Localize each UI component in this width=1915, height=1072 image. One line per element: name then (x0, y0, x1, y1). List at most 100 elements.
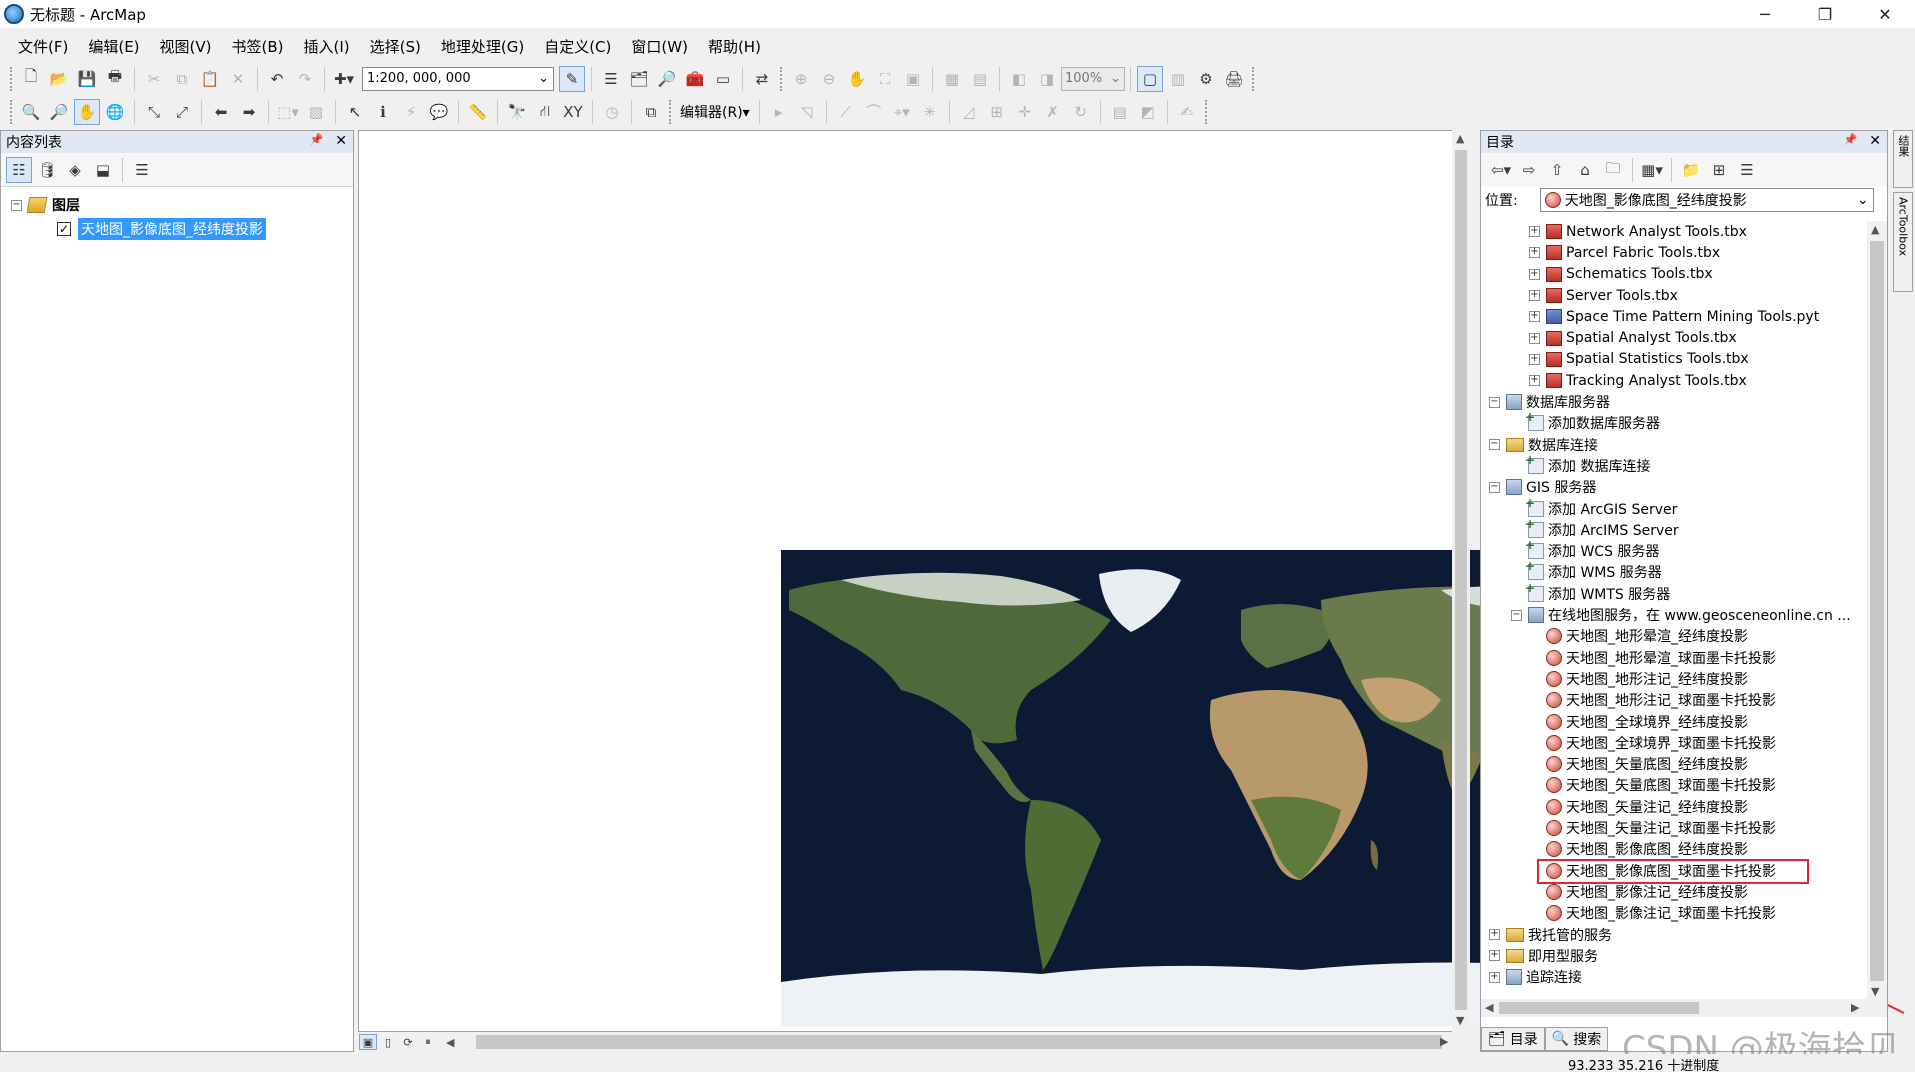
layer-row[interactable]: ✓ 天地图_影像底图_经纬度投影 (1, 217, 353, 241)
layer-name[interactable]: 天地图_影像底图_经纬度投影 (78, 218, 266, 240)
catalog-tree-item[interactable]: 添加 WMS 服务器 (1481, 559, 1662, 583)
toc-close-button[interactable]: ✕ (335, 133, 347, 149)
scroll-right-icon[interactable]: ▶ (1440, 1035, 1448, 1048)
list-by-source-icon[interactable]: 🛢 (34, 157, 60, 183)
html-popup-icon[interactable]: 💬 (426, 99, 452, 125)
expand-icon[interactable]: + (1529, 247, 1540, 259)
up-one-level-icon[interactable]: ⇧ (1544, 157, 1570, 183)
expand-icon[interactable]: + (1529, 353, 1540, 365)
menu-help[interactable]: 帮助(H) (698, 36, 771, 57)
catalog-tree-item[interactable]: − GIS 服务器 (1481, 477, 1596, 498)
time-slider-icon[interactable]: ◷ (599, 99, 625, 125)
rotate-tool-icon[interactable]: ↻ (1068, 99, 1094, 125)
toolbar-grip[interactable] (10, 66, 13, 91)
full-extent-icon[interactable]: 🌐 (102, 99, 128, 125)
print-icon[interactable]: 🖶 (102, 66, 128, 92)
scroll-left-icon[interactable]: ◀ (446, 1036, 454, 1049)
editor-toolbar-icon[interactable]: ✎ (559, 65, 585, 92)
menu-insert[interactable]: 插入(I) (294, 36, 360, 57)
expand-icon[interactable]: + (1489, 950, 1500, 962)
menu-geoprocessing[interactable]: 地理处理(G) (431, 36, 534, 57)
toc-options-icon[interactable]: ☰ (129, 157, 155, 183)
layout-pan-icon[interactable]: ✋ (844, 66, 870, 92)
catalog-tree-item[interactable]: 添加数据库服务器 (1481, 410, 1660, 434)
create-viewer-window-icon[interactable]: ⧉ (638, 99, 664, 125)
data-view-icon[interactable]: ▣ (359, 1034, 377, 1050)
menu-windows[interactable]: 窗口(W) (621, 36, 698, 57)
save-icon[interactable]: 💾 (74, 66, 100, 92)
select-by-rectangle-icon[interactable]: ⬚▾ (275, 99, 301, 125)
sketch-properties-icon[interactable]: ◩ (1135, 99, 1161, 125)
pin-icon[interactable]: 📌 (1844, 133, 1858, 149)
search-window-icon[interactable]: 🔎 (654, 66, 680, 92)
python-window-icon[interactable]: ▭ (710, 66, 736, 92)
catalog-tree-item[interactable]: − 数据库连接 (1481, 434, 1598, 455)
go-to-xy-icon[interactable]: XY (560, 99, 586, 125)
toolbar-grip[interactable] (10, 99, 13, 124)
catalog-window-icon[interactable]: 🗂 (626, 66, 652, 92)
table-of-contents-icon[interactable]: ☰ (598, 66, 624, 92)
layout-zoom-in-icon[interactable]: ⊕ (788, 66, 814, 92)
catalog-tree-item[interactable]: + 即用型服务 (1481, 945, 1598, 966)
catalog-tree-item[interactable]: + Tracking Analyst Tools.tbx (1481, 370, 1747, 391)
catalog-vertical-scrollbar[interactable]: ▲ ▼ (1867, 221, 1887, 1003)
open-folder-icon[interactable]: 📂 (46, 66, 72, 92)
split-tool-icon[interactable]: ✗ (1040, 99, 1066, 125)
catalog-tree-item[interactable]: 添加 WCS 服务器 (1481, 538, 1659, 562)
cut-polygons-icon[interactable]: ✛ (1012, 99, 1038, 125)
previous-extent-icon[interactable]: ◧ (1006, 66, 1032, 92)
map-horizontal-scrollbar[interactable] (476, 1035, 1442, 1049)
redo-icon[interactable]: ↷ (292, 66, 318, 92)
reshape-feature-icon[interactable]: ⊞ (984, 99, 1010, 125)
layout-zoom-select[interactable]: 100% ⌄ (1061, 66, 1125, 91)
catalog-tree-item[interactable]: + Network Analyst Tools.tbx (1481, 221, 1747, 242)
menu-customize[interactable]: 自定义(C) (534, 36, 621, 57)
catalog-tree-item[interactable]: 天地图_影像注记_经纬度投影 (1481, 881, 1748, 902)
back-arrow-icon[interactable]: ⇦▾ (1488, 157, 1514, 183)
catalog-tree-item[interactable]: − 在线地图服务，在 www.geosceneonline.cn ... (1481, 604, 1851, 625)
layout-fixed-zoom-icon[interactable]: ▣ (900, 66, 926, 92)
edit-vertices-icon[interactable]: ◿ (956, 99, 982, 125)
zoom-out-icon[interactable]: 🔎 (46, 99, 72, 125)
expand-icon[interactable]: + (1529, 332, 1540, 344)
straight-segment-icon[interactable]: ⟋ (833, 99, 859, 125)
catalog-tree-item[interactable]: + Schematics Tools.tbx (1481, 264, 1713, 285)
catalog-tree-item[interactable]: 天地图_矢量底图_球面墨卡托投影 (1481, 775, 1776, 796)
trace-icon[interactable]: ⌖▾ (889, 99, 915, 125)
scroll-down-icon[interactable]: ▼ (1456, 1014, 1464, 1027)
expand-icon[interactable]: + (1529, 311, 1540, 323)
list-by-drawing-order-icon[interactable]: ☷ (6, 156, 32, 183)
catalog-tree-item[interactable]: − 数据库服务器 (1481, 391, 1610, 412)
change-layout-icon[interactable]: ⚙ (1193, 66, 1219, 92)
toolbar-grip[interactable] (1252, 66, 1255, 91)
new-document-icon[interactable]: 🗋 (18, 66, 44, 92)
home-folder-icon[interactable]: ⌂ (1572, 157, 1598, 183)
edit-annotation-icon[interactable]: ◹ (794, 99, 820, 125)
pause-drawing-icon[interactable]: ⏸ (419, 1034, 437, 1050)
collapse-icon[interactable]: − (1489, 396, 1500, 408)
catalog-close-button[interactable]: ✕ (1869, 133, 1881, 149)
catalog-tree-item[interactable]: 添加 ArcIMS Server (1481, 517, 1679, 540)
find-icon[interactable]: 🔭 (504, 99, 530, 125)
menu-selection[interactable]: 选择(S) (360, 36, 431, 57)
go-forward-extent-icon[interactable]: ➡ (236, 99, 262, 125)
connect-folder-icon[interactable]: 🗀 (1600, 157, 1626, 183)
layout-view-icon[interactable]: ▯ (379, 1034, 397, 1050)
find-route-icon[interactable]: ⛙ (532, 99, 558, 125)
tab-catalog[interactable]: 🗂 目录 (1481, 1027, 1545, 1051)
menu-view[interactable]: 视图(V) (150, 36, 222, 57)
arctoolbox-icon[interactable]: 🧰 (682, 66, 708, 92)
catalog-tree-item[interactable]: 天地图_影像注记_球面墨卡托投影 (1481, 903, 1776, 924)
list-by-selection-icon[interactable]: ⬓ (90, 157, 116, 183)
fixed-zoom-out-icon[interactable]: ⤢ (169, 99, 195, 125)
catalog-tree-item[interactable]: 天地图_全球境界_经纬度投影 (1481, 711, 1748, 732)
catalog-tree-item[interactable]: 天地图_地形晕渲_经纬度投影 (1481, 626, 1748, 647)
catalog-tree-item[interactable]: + Server Tools.tbx (1481, 285, 1678, 306)
tab-search[interactable]: 🔍 搜索 (1544, 1027, 1609, 1051)
catalog-tree-item[interactable]: 天地图_矢量底图_经纬度投影 (1481, 754, 1748, 775)
scroll-up-icon[interactable]: ▲ (1871, 223, 1879, 236)
toggle-draft-mode-icon[interactable]: ▢ (1137, 65, 1163, 92)
catalog-tree-item[interactable]: + Spatial Statistics Tools.tbx (1481, 349, 1749, 370)
forward-arrow-icon[interactable]: ⇨ (1516, 157, 1542, 183)
clear-selection-icon[interactable]: ▧ (303, 99, 329, 125)
